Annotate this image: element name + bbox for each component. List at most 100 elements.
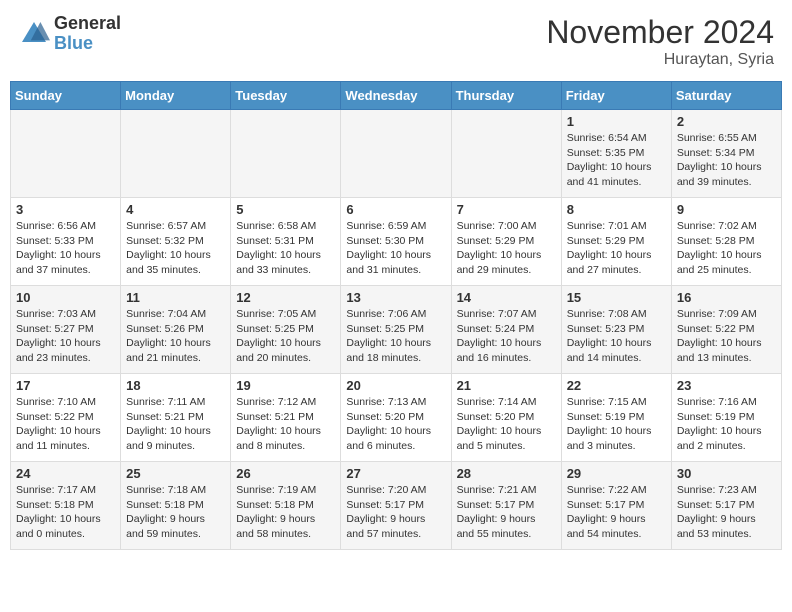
day-info: Sunrise: 7:15 AMSunset: 5:19 PMDaylight:… (567, 395, 666, 454)
day-info: Sunrise: 7:00 AMSunset: 5:29 PMDaylight:… (457, 219, 556, 278)
calendar-week-row: 24 Sunrise: 7:17 AMSunset: 5:18 PMDayligh… (11, 462, 782, 550)
calendar-day-4: 4 Sunrise: 6:57 AMSunset: 5:32 PMDaylight… (121, 198, 231, 286)
day-number: 10 (16, 290, 115, 305)
day-number: 15 (567, 290, 666, 305)
day-info: Sunrise: 6:59 AMSunset: 5:30 PMDaylight:… (346, 219, 445, 278)
day-info: Sunrise: 7:19 AMSunset: 5:18 PMDaylight:… (236, 483, 335, 542)
day-info: Sunrise: 7:06 AMSunset: 5:25 PMDaylight:… (346, 307, 445, 366)
calendar-day-22: 22 Sunrise: 7:15 AMSunset: 5:19 PMDayligh… (561, 374, 671, 462)
day-number: 4 (126, 202, 225, 217)
day-number: 17 (16, 378, 115, 393)
calendar-empty-cell (451, 110, 561, 198)
day-number: 2 (677, 114, 776, 129)
day-info: Sunrise: 7:09 AMSunset: 5:22 PMDaylight:… (677, 307, 776, 366)
weekday-header-wednesday: Wednesday (341, 82, 451, 110)
calendar-day-23: 23Sunrise: 7:16 AMSunset: 5:19 PMDayligh… (671, 374, 781, 462)
day-number: 16 (677, 290, 776, 305)
day-number: 7 (457, 202, 556, 217)
calendar-day-14: 14 Sunrise: 7:07 AMSunset: 5:24 PMDayligh… (451, 286, 561, 374)
calendar-day-26: 26 Sunrise: 7:19 AMSunset: 5:18 PMDayligh… (231, 462, 341, 550)
weekday-header-saturday: Saturday (671, 82, 781, 110)
day-number: 29 (567, 466, 666, 481)
day-info: Sunrise: 7:21 AMSunset: 5:17 PMDaylight:… (457, 483, 556, 542)
calendar-day-17: 17 Sunrise: 7:10 AMSunset: 5:22 PMDayligh… (11, 374, 121, 462)
calendar-day-11: 11 Sunrise: 7:04 AMSunset: 5:26 PMDayligh… (121, 286, 231, 374)
day-info: Sunrise: 7:22 AMSunset: 5:17 PMDaylight:… (567, 483, 666, 542)
calendar-week-row: 3 Sunrise: 6:56 AMSunset: 5:33 PMDaylight… (11, 198, 782, 286)
weekday-header-monday: Monday (121, 82, 231, 110)
day-info: Sunrise: 6:55 AMSunset: 5:34 PMDaylight:… (677, 131, 776, 190)
day-info: Sunrise: 7:12 AMSunset: 5:21 PMDaylight:… (236, 395, 335, 454)
calendar-day-30: 30Sunrise: 7:23 AMSunset: 5:17 PMDayligh… (671, 462, 781, 550)
day-number: 6 (346, 202, 445, 217)
location-title: Huraytan, Syria (546, 51, 774, 69)
day-info: Sunrise: 7:17 AMSunset: 5:18 PMDaylight:… (16, 483, 115, 542)
calendar-day-6: 6 Sunrise: 6:59 AMSunset: 5:30 PMDaylight… (341, 198, 451, 286)
day-number: 11 (126, 290, 225, 305)
logo-general-text: General (54, 14, 121, 34)
day-number: 14 (457, 290, 556, 305)
calendar-day-29: 29 Sunrise: 7:22 AMSunset: 5:17 PMDayligh… (561, 462, 671, 550)
calendar-week-row: 1Sunrise: 6:54 AMSunset: 5:35 PMDaylight… (11, 110, 782, 198)
calendar-empty-cell (121, 110, 231, 198)
calendar-day-27: 27 Sunrise: 7:20 AMSunset: 5:17 PMDayligh… (341, 462, 451, 550)
day-number: 26 (236, 466, 335, 481)
weekday-header-sunday: Sunday (11, 82, 121, 110)
day-number: 30 (677, 466, 776, 481)
calendar-header-row: SundayMondayTuesdayWednesdayThursdayFrid… (11, 82, 782, 110)
day-info: Sunrise: 7:20 AMSunset: 5:17 PMDaylight:… (346, 483, 445, 542)
day-info: Sunrise: 6:56 AMSunset: 5:33 PMDaylight:… (16, 219, 115, 278)
day-info: Sunrise: 7:08 AMSunset: 5:23 PMDaylight:… (567, 307, 666, 366)
day-info: Sunrise: 7:11 AMSunset: 5:21 PMDaylight:… (126, 395, 225, 454)
day-number: 1 (567, 114, 666, 129)
day-number: 8 (567, 202, 666, 217)
day-info: Sunrise: 7:07 AMSunset: 5:24 PMDaylight:… (457, 307, 556, 366)
day-number: 13 (346, 290, 445, 305)
logo-blue-text: Blue (54, 34, 121, 54)
day-info: Sunrise: 7:02 AMSunset: 5:28 PMDaylight:… (677, 219, 776, 278)
logo: General Blue (18, 14, 121, 54)
weekday-header-thursday: Thursday (451, 82, 561, 110)
calendar-day-20: 20Sunrise: 7:13 AMSunset: 5:20 PMDayligh… (341, 374, 451, 462)
calendar-day-8: 8Sunrise: 7:01 AMSunset: 5:29 PMDaylight… (561, 198, 671, 286)
calendar-day-5: 5 Sunrise: 6:58 AMSunset: 5:31 PMDaylight… (231, 198, 341, 286)
day-number: 21 (457, 378, 556, 393)
calendar-week-row: 17 Sunrise: 7:10 AMSunset: 5:22 PMDayligh… (11, 374, 782, 462)
day-info: Sunrise: 7:10 AMSunset: 5:22 PMDaylight:… (16, 395, 115, 454)
day-number: 18 (126, 378, 225, 393)
title-block: November 2024 Huraytan, Syria (546, 14, 774, 69)
day-info: Sunrise: 7:04 AMSunset: 5:26 PMDaylight:… (126, 307, 225, 366)
calendar-table: SundayMondayTuesdayWednesdayThursdayFrid… (10, 81, 782, 550)
calendar-empty-cell (11, 110, 121, 198)
day-info: Sunrise: 6:58 AMSunset: 5:31 PMDaylight:… (236, 219, 335, 278)
day-number: 9 (677, 202, 776, 217)
day-number: 24 (16, 466, 115, 481)
day-number: 5 (236, 202, 335, 217)
calendar-day-9: 9 Sunrise: 7:02 AMSunset: 5:28 PMDaylight… (671, 198, 781, 286)
day-number: 25 (126, 466, 225, 481)
calendar-day-1: 1Sunrise: 6:54 AMSunset: 5:35 PMDaylight… (561, 110, 671, 198)
day-number: 20 (346, 378, 445, 393)
day-info: Sunrise: 7:05 AMSunset: 5:25 PMDaylight:… (236, 307, 335, 366)
month-title: November 2024 (546, 14, 774, 51)
day-number: 22 (567, 378, 666, 393)
calendar-day-3: 3 Sunrise: 6:56 AMSunset: 5:33 PMDaylight… (11, 198, 121, 286)
calendar-empty-cell (341, 110, 451, 198)
day-number: 3 (16, 202, 115, 217)
day-info: Sunrise: 6:57 AMSunset: 5:32 PMDaylight:… (126, 219, 225, 278)
day-number: 28 (457, 466, 556, 481)
calendar-day-10: 10Sunrise: 7:03 AMSunset: 5:27 PMDayligh… (11, 286, 121, 374)
calendar-day-13: 13 Sunrise: 7:06 AMSunset: 5:25 PMDayligh… (341, 286, 451, 374)
calendar-empty-cell (231, 110, 341, 198)
day-number: 12 (236, 290, 335, 305)
calendar-day-21: 21 Sunrise: 7:14 AMSunset: 5:20 PMDayligh… (451, 374, 561, 462)
weekday-header-tuesday: Tuesday (231, 82, 341, 110)
day-info: Sunrise: 7:14 AMSunset: 5:20 PMDaylight:… (457, 395, 556, 454)
day-number: 19 (236, 378, 335, 393)
day-number: 27 (346, 466, 445, 481)
calendar-day-28: 28 Sunrise: 7:21 AMSunset: 5:17 PMDayligh… (451, 462, 561, 550)
calendar-day-24: 24 Sunrise: 7:17 AMSunset: 5:18 PMDayligh… (11, 462, 121, 550)
weekday-header-friday: Friday (561, 82, 671, 110)
calendar-day-12: 12 Sunrise: 7:05 AMSunset: 5:25 PMDayligh… (231, 286, 341, 374)
day-number: 23 (677, 378, 776, 393)
